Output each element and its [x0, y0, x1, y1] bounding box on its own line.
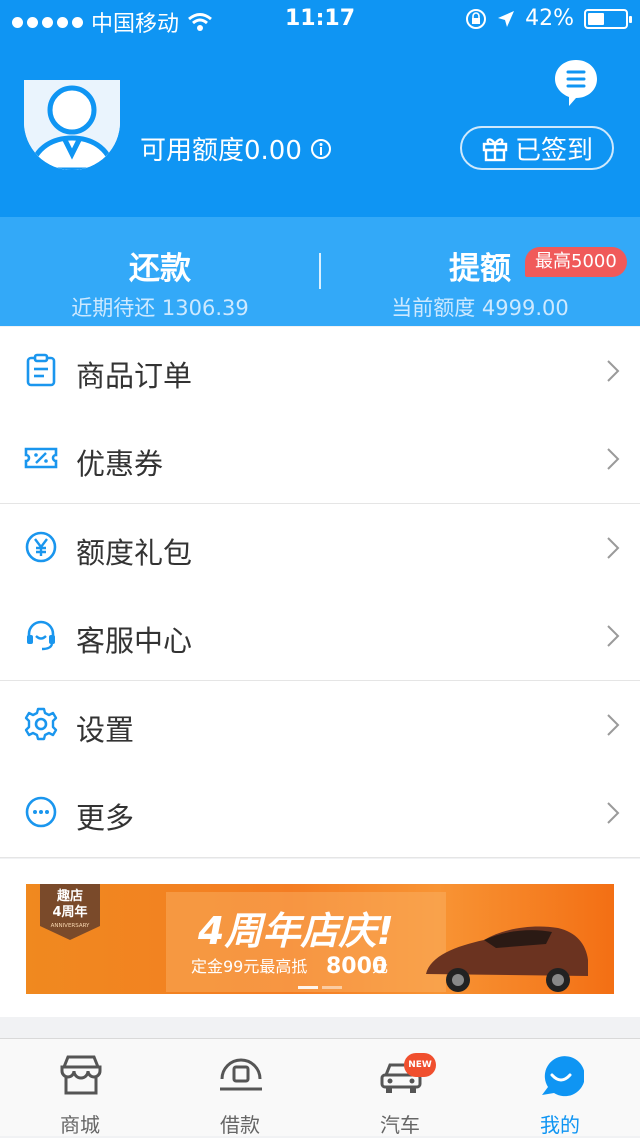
rotation-lock-icon — [466, 8, 487, 29]
profile-header: 中国移动 11:17 42% 可用额度0.00 已签到 — [0, 0, 640, 217]
sign-button-label: 已签到 — [514, 135, 593, 166]
avatar[interactable] — [24, 80, 120, 170]
message-icon[interactable] — [553, 58, 599, 108]
status-bar: 中国移动 11:17 42% — [0, 0, 640, 40]
new-badge: NEW — [404, 1053, 436, 1077]
repay-title: 还款 — [129, 251, 191, 287]
ticket-icon — [24, 447, 58, 469]
battery-percent: 42% — [525, 6, 574, 31]
menu-item-label: 优惠券 — [76, 447, 164, 481]
promo-banner-section: 趣店 4周年 ANNIVERSARY 4周年店庆! 定金99元最高抵 8000 … — [0, 859, 640, 1017]
headset-icon — [27, 620, 55, 651]
raise-subtitle: 当前额度 4999.00 — [391, 296, 569, 320]
banner-artwork: 趣店 4周年 ANNIVERSARY 4周年店庆! 定金99元最高抵 8000 … — [40, 884, 588, 992]
banner-sub-suffix: 元 — [372, 957, 388, 976]
location-arrow-icon — [498, 10, 515, 27]
chevron-right-icon — [607, 360, 620, 382]
menu-list: 商品订单 优惠券 额度礼包 客服中心 设置 更多 — [0, 327, 640, 858]
repay-section[interactable]: 还款 近期待还 1306.39 — [0, 217, 320, 326]
gear-icon — [24, 707, 58, 741]
tab-mine[interactable]: 我的 — [480, 1039, 640, 1137]
banner-sub-prefix: 定金99元最高抵 — [191, 957, 307, 976]
menu-item-label: 更多 — [76, 801, 135, 835]
avatar-person-icon — [24, 80, 120, 170]
menu-item-label: 额度礼包 — [76, 536, 193, 570]
menu-item-customer-service[interactable]: 客服中心 — [0, 592, 640, 680]
chevron-right-icon — [607, 625, 620, 647]
store-icon — [60, 1055, 102, 1095]
menu-item-credit-package[interactable]: 额度礼包 — [0, 504, 640, 592]
tab-loan[interactable]: 借款 — [160, 1039, 320, 1137]
new-badge-label: NEW — [408, 1060, 432, 1070]
divider — [0, 857, 640, 858]
menu-item-coupons[interactable]: 优惠券 — [0, 415, 640, 503]
gift-icon — [482, 138, 508, 162]
chevron-right-icon — [607, 537, 620, 559]
yen-coin-icon — [25, 531, 57, 563]
menu-item-more[interactable]: 更多 — [0, 769, 640, 857]
tab-mall[interactable]: 商城 — [0, 1039, 160, 1137]
info-icon[interactable] — [310, 138, 332, 160]
menu-item-settings[interactable]: 设置 — [0, 681, 640, 769]
banner-logo-line2: 4周年 — [52, 904, 87, 920]
menu-item-orders[interactable]: 商品订单 — [0, 327, 640, 415]
tab-bar: 商城 借款 NEW 汽车 我的 — [0, 1038, 640, 1137]
clipboard-icon — [26, 353, 56, 387]
battery-icon — [584, 8, 632, 29]
banner-logo-line3: ANNIVERSARY — [51, 923, 90, 929]
summary-bar: 还款 近期待还 1306.39 提额 当前额度 4999.00 最高5000 — [0, 217, 640, 326]
menu-item-label: 客服中心 — [76, 624, 193, 658]
profile-face-icon — [542, 1056, 584, 1097]
sign-in-button[interactable]: 已签到 — [460, 126, 614, 170]
chevron-right-icon — [607, 802, 620, 824]
credit-label: 可用额度0.00 — [140, 136, 302, 166]
chevron-right-icon — [607, 714, 620, 736]
more-icon — [25, 796, 57, 828]
tab-label: 我的 — [540, 1113, 580, 1137]
car-image — [426, 926, 588, 992]
repay-subtitle: 近期待还 1306.39 — [71, 296, 249, 320]
tab-label: 商城 — [60, 1113, 100, 1137]
loan-icon — [220, 1058, 262, 1091]
menu-item-label: 商品订单 — [76, 359, 193, 393]
banner-logo-line1: 趣店 — [56, 888, 83, 904]
tab-car[interactable]: NEW 汽车 — [320, 1039, 480, 1137]
available-credit: 可用额度0.00 — [140, 130, 332, 167]
chevron-right-icon — [607, 448, 620, 470]
promo-banner[interactable]: 趣店 4周年 ANNIVERSARY 4周年店庆! 定金99元最高抵 8000 … — [26, 884, 614, 994]
menu-item-label: 设置 — [76, 713, 135, 747]
tab-label: 汽车 — [380, 1113, 420, 1137]
raise-badge: 最高5000 — [525, 247, 627, 277]
tab-label: 借款 — [220, 1113, 260, 1137]
banner-headline: 4周年店庆! — [197, 909, 394, 953]
